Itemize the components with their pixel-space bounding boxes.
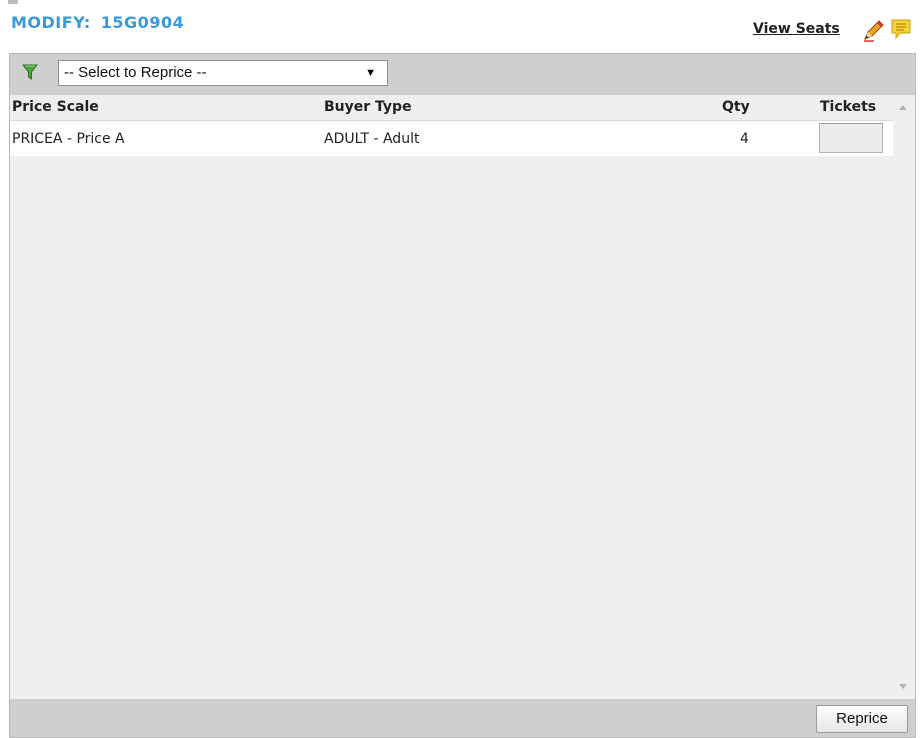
- table-header: Price Scale Buyer Type Qty Tickets: [10, 95, 893, 121]
- reprice-select[interactable]: -- Select to Reprice -- ▼: [58, 60, 388, 86]
- page-title: MODIFY: 15G0904: [11, 12, 184, 34]
- price-scale-cell: PRICEA - Price A: [12, 131, 125, 147]
- filter-icon[interactable]: [22, 64, 38, 80]
- column-header-qty: Qty: [722, 99, 750, 115]
- column-header-price-scale: Price Scale: [12, 99, 99, 115]
- view-seats-link[interactable]: View Seats: [753, 19, 840, 39]
- top-nub: [8, 0, 18, 4]
- tickets-input[interactable]: [819, 123, 883, 153]
- title-prefix: MODIFY:: [11, 13, 91, 32]
- buyer-type-cell: ADULT - Adult: [324, 131, 420, 147]
- reprice-panel: -- Select to Reprice -- ▼ Price Scale Bu…: [9, 53, 916, 738]
- column-header-buyer-type: Buyer Type: [324, 99, 412, 115]
- column-header-tickets: Tickets: [820, 99, 877, 115]
- reprice-button[interactable]: Reprice: [816, 705, 908, 733]
- order-code: 15G0904: [100, 13, 185, 32]
- table-body: PRICEA - Price A ADULT - Adult 4: [10, 121, 893, 699]
- scroll-down-icon[interactable]: [899, 684, 907, 689]
- reprice-select-value: -- Select to Reprice --: [64, 64, 207, 81]
- pencil-icon[interactable]: [862, 20, 884, 42]
- top-strip: [0, 0, 920, 8]
- dropdown-arrow-icon: ▼: [365, 67, 376, 79]
- footer-bar: Reprice: [10, 699, 915, 737]
- scroll-up-icon[interactable]: [899, 105, 907, 110]
- vertical-scrollbar[interactable]: [893, 95, 915, 699]
- table-row: PRICEA - Price A ADULT - Adult 4: [10, 121, 893, 156]
- note-icon[interactable]: [890, 18, 912, 40]
- qty-cell: 4: [740, 131, 749, 147]
- toolbar: -- Select to Reprice -- ▼: [10, 54, 915, 95]
